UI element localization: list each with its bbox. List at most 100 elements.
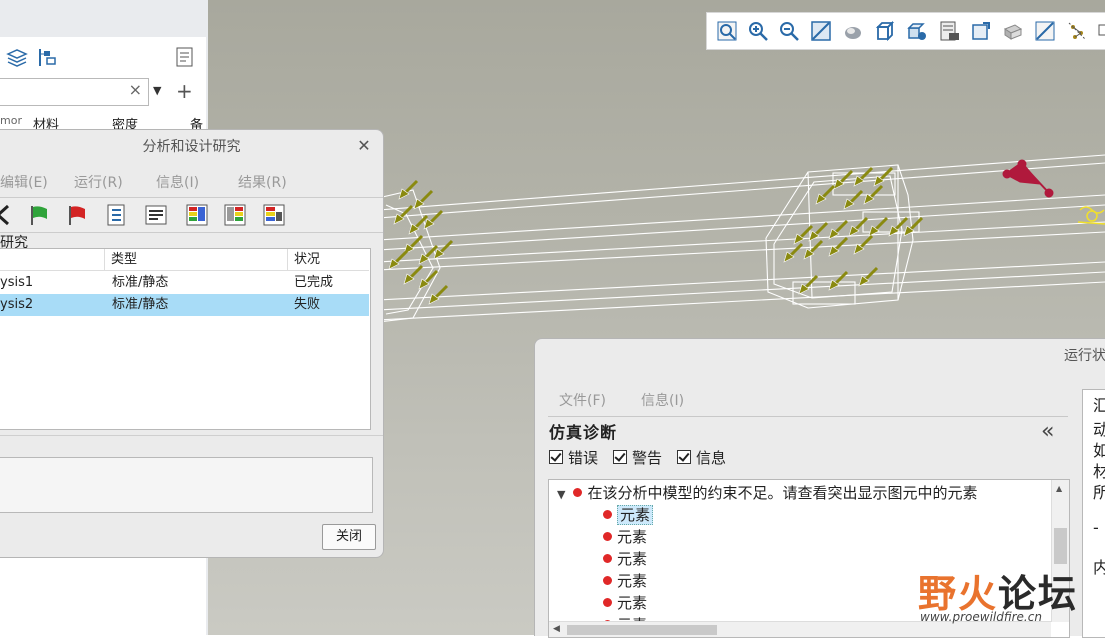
list-item[interactable]: 元素	[603, 504, 654, 526]
spin-center-icon[interactable]	[1033, 19, 1057, 43]
column-status[interactable]: 状况	[288, 249, 369, 271]
menu-edit[interactable]: 编辑(E)	[0, 172, 48, 192]
load-arrow	[815, 184, 836, 205]
diagnostics-title: 仿真诊断	[549, 423, 618, 442]
summary-panel: 汇 动 如 材 所 - 内	[1082, 389, 1105, 638]
close-button[interactable]: 关闭	[322, 524, 376, 550]
load-arrow	[803, 239, 824, 260]
view-toolbar	[706, 12, 1105, 50]
table-row[interactable]: ysis1 标准/静态 已完成	[0, 272, 369, 294]
tree-search-input[interactable]: ×	[0, 78, 149, 106]
list-item[interactable]: 元素	[603, 592, 647, 614]
menu-results[interactable]: 结果(R)	[238, 172, 287, 192]
diagnostic-message: 在该分析中模型的约束不足。请查看突出显示图元中的元素	[587, 484, 978, 502]
camera-icon[interactable]	[1065, 19, 1089, 43]
saved-views-icon[interactable]	[905, 19, 929, 43]
repaint-icon[interactable]	[809, 19, 833, 43]
menu-info[interactable]: 信息(I)	[156, 172, 199, 192]
datum-icon[interactable]	[1001, 19, 1025, 43]
clear-icon[interactable]: ×	[129, 80, 142, 99]
load-arrow	[843, 189, 864, 210]
divider	[548, 416, 1068, 417]
zoom-out-icon[interactable]	[777, 19, 801, 43]
load-arrow	[398, 179, 419, 200]
filter-errors-checkbox[interactable]: 错误	[549, 447, 598, 468]
error-dot-icon	[603, 554, 612, 563]
study-dialog: 分析和设计研究 ✕ 编辑(E) 运行(R) 信息(I) 结果(R) 研究 类型 …	[0, 129, 384, 558]
info-icon[interactable]	[144, 203, 168, 227]
chevron-down-icon[interactable]: ▼	[153, 84, 161, 97]
checklist-icon[interactable]	[104, 203, 128, 227]
close-icon[interactable]: ✕	[355, 137, 373, 155]
view-cube-icon[interactable]	[873, 19, 897, 43]
column-name[interactable]	[0, 249, 105, 271]
load-arrow	[873, 166, 894, 187]
more-icon[interactable]	[1097, 19, 1105, 43]
study-toolbar	[0, 197, 383, 233]
menu-run[interactable]: 运行(R)	[74, 172, 123, 192]
study-dialog-title: 分析和设计研究	[142, 139, 241, 155]
list-item[interactable]: 元素	[603, 526, 647, 548]
menu-file[interactable]: 文件(F)	[559, 390, 606, 410]
display-style-icon[interactable]	[937, 19, 961, 43]
column-type[interactable]: 类型	[105, 249, 288, 271]
back-icon[interactable]	[0, 203, 14, 227]
load-arrow	[853, 234, 874, 255]
error-dot-icon	[603, 532, 612, 541]
column-mor: mor	[0, 114, 22, 127]
load-arrow	[853, 166, 874, 187]
load-arrow	[418, 269, 439, 290]
watermark-url: www.proewildfire.cn	[920, 610, 1042, 624]
row-status: 失败	[294, 297, 321, 312]
menu-info[interactable]: 信息(I)	[641, 390, 684, 410]
row-type: 标准/静态	[112, 275, 169, 290]
load-arrow	[828, 270, 849, 291]
expand-icon[interactable]: ▼	[557, 488, 565, 501]
error-dot-icon	[603, 510, 612, 519]
error-dot-icon	[603, 576, 612, 585]
constraint-marker	[1002, 159, 1054, 198]
collapse-icon[interactable]: «	[1041, 419, 1054, 444]
load-arrow	[418, 244, 439, 265]
load-arrow	[833, 169, 854, 190]
green-flag-icon[interactable]	[27, 203, 51, 227]
run-status-title: 运行状	[1064, 348, 1105, 364]
load-arrow	[388, 249, 409, 270]
filter-warnings-checkbox[interactable]: 警告	[613, 447, 662, 468]
filter-info-checkbox[interactable]: 信息	[677, 447, 726, 468]
zoom-in-icon[interactable]	[746, 19, 770, 43]
results-compare-icon[interactable]	[223, 203, 247, 227]
study-table: 类型 状况 ysis1 标准/静态 已完成 ysis2 标准/静态 失败	[0, 248, 371, 430]
table-row[interactable]: ysis2 标准/静态 失败	[0, 294, 369, 316]
annotation-icon[interactable]	[969, 19, 993, 43]
load-arrow	[433, 239, 454, 260]
shading-icon[interactable]	[841, 19, 865, 43]
row-name: ysis1	[0, 275, 34, 290]
load-arrow	[828, 236, 849, 257]
layers-icon[interactable]	[6, 46, 28, 72]
coord-symbol	[1077, 206, 1105, 225]
row-status: 已完成	[294, 275, 334, 290]
row-type: 标准/静态	[112, 297, 169, 312]
results-icon[interactable]	[185, 203, 209, 227]
add-icon[interactable]: +	[176, 79, 193, 103]
settings-sheet-icon[interactable]	[174, 46, 196, 72]
list-item[interactable]: 元素	[603, 548, 647, 570]
row-name: ysis2	[0, 297, 34, 312]
load-arrow	[868, 216, 889, 237]
list-item[interactable]: 元素	[603, 570, 647, 592]
load-arrow	[783, 242, 804, 263]
red-flag-icon[interactable]	[65, 203, 89, 227]
tree-filter-icon[interactable]	[36, 46, 58, 72]
load-arrow	[408, 214, 429, 235]
load-arrow	[798, 274, 819, 295]
divider	[0, 435, 383, 436]
load-arrow	[793, 224, 814, 245]
results-insert-icon[interactable]	[262, 203, 286, 227]
load-arrow	[428, 284, 449, 305]
diagnostic-message-row[interactable]: ▼ 在该分析中模型的约束不足。请查看突出显示图元中的元素	[557, 482, 977, 504]
error-dot-icon	[603, 598, 612, 607]
study-message-box	[0, 457, 373, 513]
zoom-fit-icon[interactable]	[715, 19, 739, 43]
error-dot-icon	[573, 488, 583, 497]
